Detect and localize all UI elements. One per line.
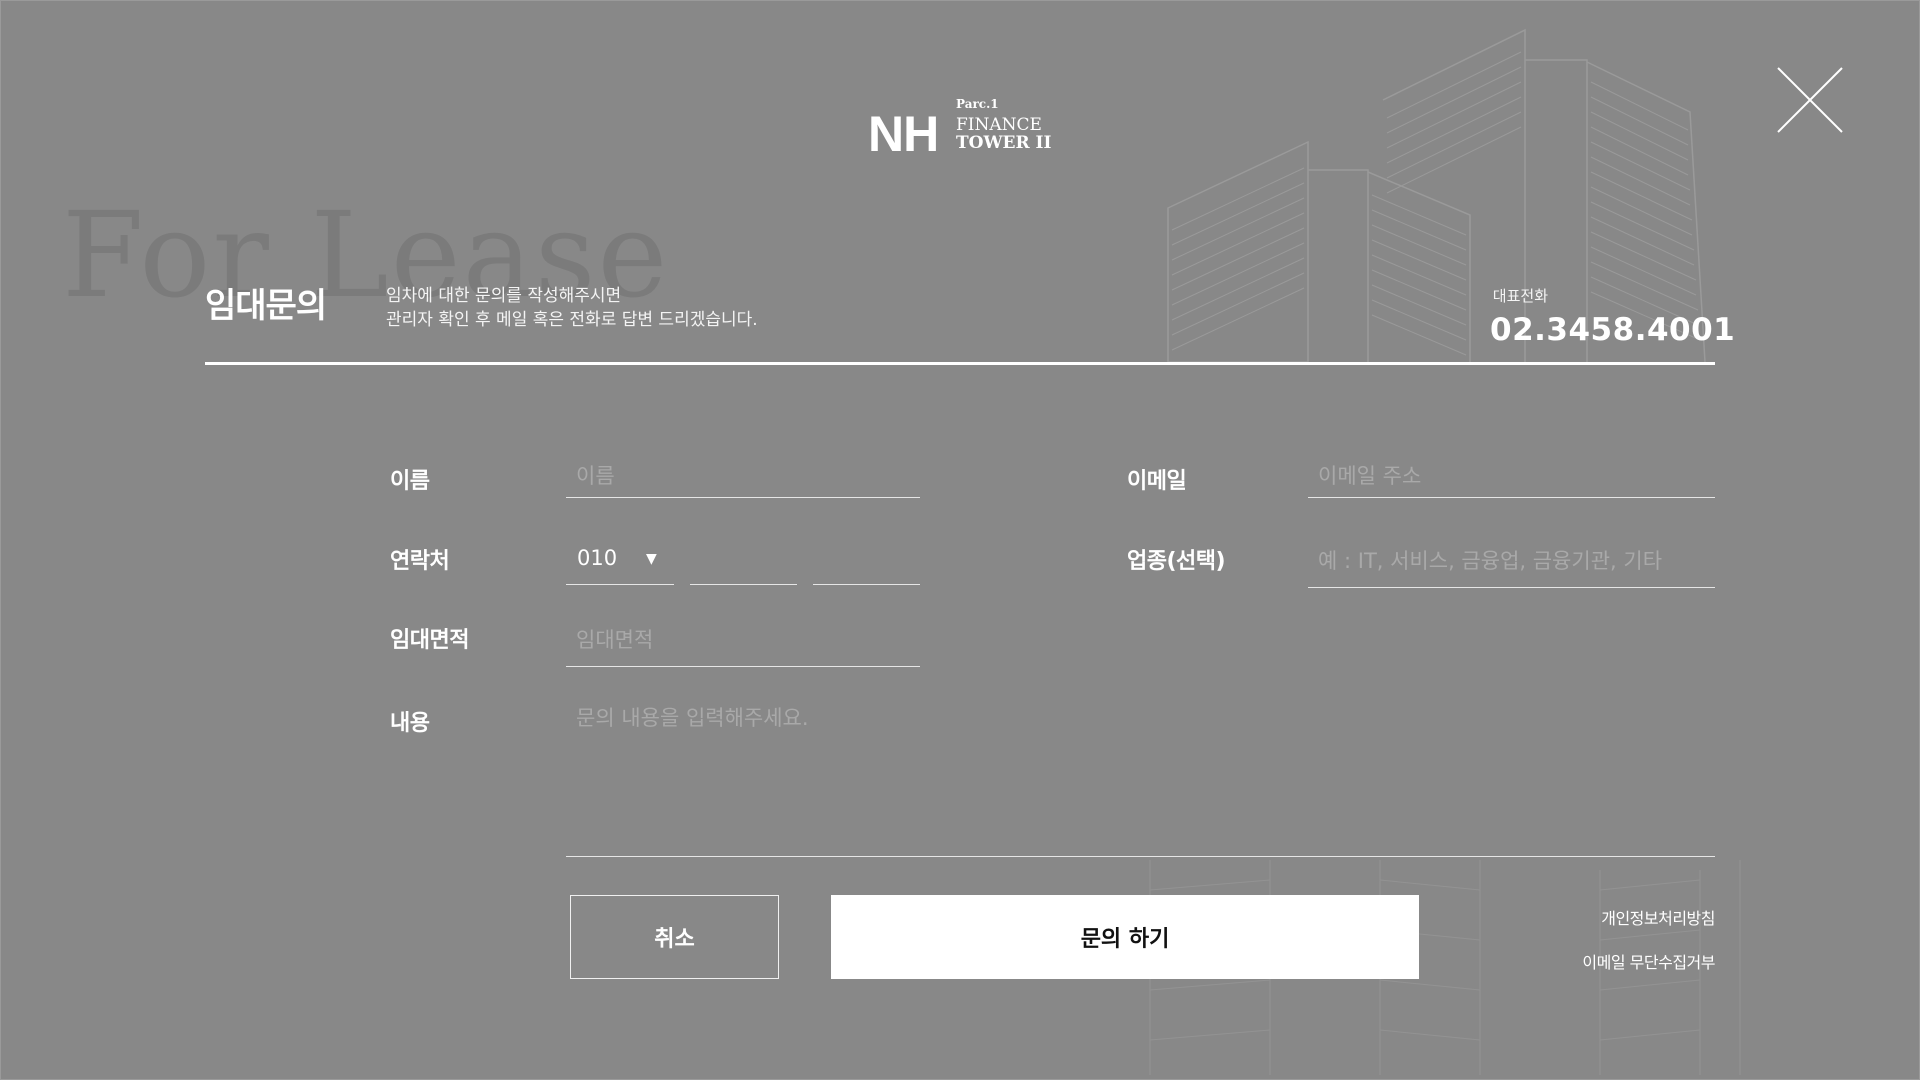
name-input[interactable] — [566, 454, 920, 497]
logo-parc-text: Parc.1 — [956, 97, 999, 111]
phone-label: 대표전화 — [1492, 287, 1548, 305]
contact-middle-input[interactable] — [690, 540, 797, 584]
contact-prefix-value: 010 — [577, 546, 618, 570]
intro-text: 임차에 대한 문의를 작성해주시면 관리자 확인 후 메일 혹은 전화로 답변 … — [386, 284, 758, 332]
area-label: 임대면적 — [390, 628, 469, 653]
page-title: 임대문의 — [205, 286, 327, 326]
close-button[interactable] — [1774, 64, 1846, 136]
content-textarea[interactable] — [566, 692, 1715, 856]
contact-label: 연락처 — [390, 549, 450, 574]
header-divider — [205, 362, 1715, 365]
logo-nh-text: NH — [868, 106, 939, 162]
industry-field-wrap — [1308, 534, 1715, 588]
intro-line-1: 임차에 대한 문의를 작성해주시면 — [386, 286, 622, 306]
intro-line-2: 관리자 확인 후 메일 혹은 전화로 답변 드리겠습니다. — [386, 310, 758, 330]
contact-last-wrap — [813, 540, 920, 585]
contact-middle-wrap — [690, 540, 797, 585]
industry-label: 업종(선택) — [1127, 549, 1226, 574]
name-field-wrap — [566, 454, 920, 498]
industry-input[interactable] — [1308, 534, 1715, 587]
area-field-wrap — [566, 614, 920, 667]
contact-prefix-select[interactable]: 010 ▼ — [566, 536, 674, 585]
content-label: 내용 — [390, 711, 430, 736]
email-label: 이메일 — [1127, 469, 1187, 494]
logo-tower-text: TOWER II — [956, 133, 1052, 153]
name-label: 이름 — [390, 469, 430, 494]
submit-button[interactable]: 문의 하기 — [831, 895, 1419, 979]
area-input[interactable] — [566, 614, 920, 666]
privacy-policy-link[interactable]: 개인정보처리방침 — [1601, 905, 1715, 929]
close-icon — [1777, 67, 1843, 133]
email-input[interactable] — [1308, 454, 1715, 497]
caret-down-icon: ▼ — [646, 551, 657, 567]
email-refusal-link[interactable]: 이메일 무단수집거부 — [1582, 949, 1715, 973]
cancel-button[interactable]: 취소 — [570, 895, 779, 979]
phone-number: 02.3458.4001 — [1490, 312, 1736, 348]
nh-finance-tower-logo: Parc.1 NH FINANCE TOWER II — [868, 95, 1058, 167]
contact-last-input[interactable] — [813, 540, 920, 584]
email-field-wrap — [1308, 454, 1715, 498]
content-field-wrap — [566, 692, 1715, 857]
